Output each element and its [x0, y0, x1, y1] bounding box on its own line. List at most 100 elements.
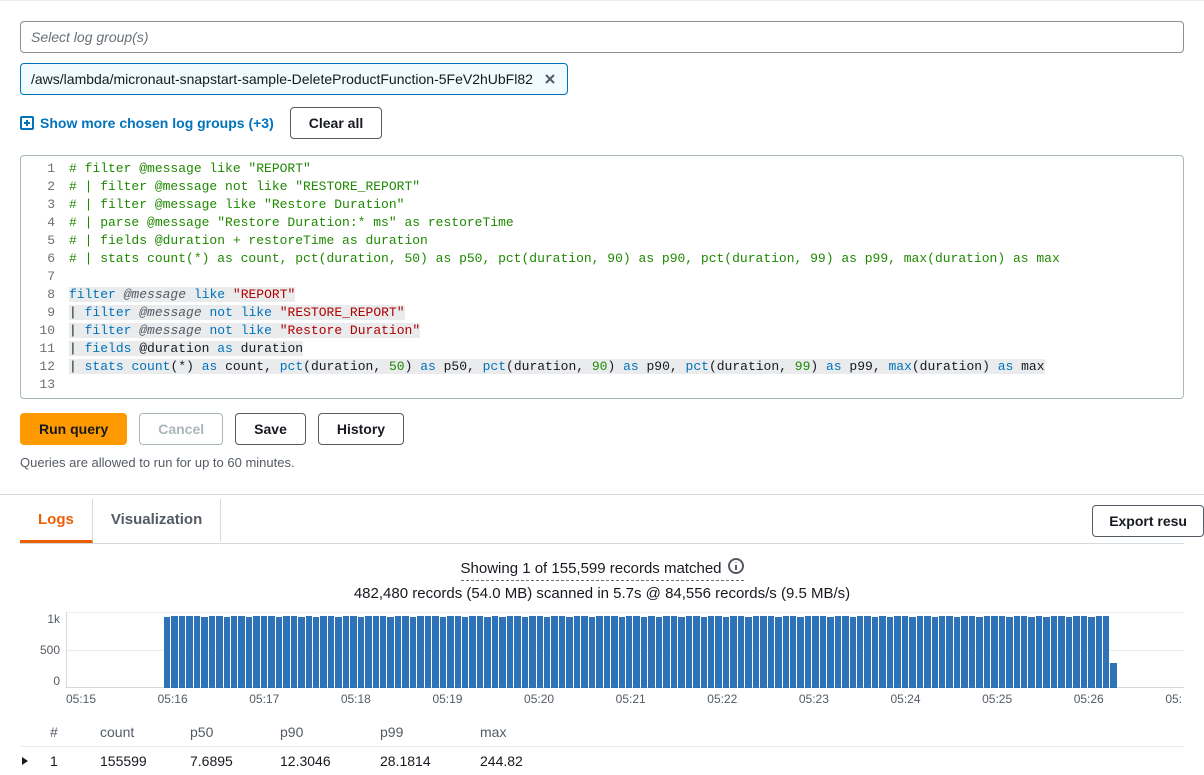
histogram-bar[interactable]	[544, 617, 550, 688]
histogram-bar[interactable]	[924, 616, 930, 688]
histogram-bar[interactable]	[984, 616, 990, 688]
histogram-bar[interactable]	[812, 616, 818, 688]
histogram-bar[interactable]	[902, 616, 908, 688]
histogram-bar[interactable]	[268, 616, 274, 688]
histogram-bar[interactable]	[894, 616, 900, 688]
table-row[interactable]: 1 155599 7.6895 12.3046 28.1814 244.82	[20, 747, 1184, 775]
histogram-bar[interactable]	[1051, 616, 1057, 688]
histogram-bar[interactable]	[783, 616, 789, 688]
histogram-bar[interactable]	[507, 616, 513, 688]
save-button[interactable]: Save	[235, 413, 306, 445]
histogram-bar[interactable]	[596, 616, 602, 688]
histogram-bar[interactable]	[1036, 616, 1042, 688]
histogram-bar[interactable]	[440, 617, 446, 688]
histogram-bar[interactable]	[879, 616, 885, 688]
histogram-bar[interactable]	[477, 616, 483, 688]
histogram-bar[interactable]	[1006, 617, 1012, 688]
histogram-bar[interactable]	[179, 616, 185, 688]
histogram-bar[interactable]	[1028, 617, 1034, 688]
histogram-bar[interactable]	[827, 617, 833, 688]
info-icon[interactable]	[728, 558, 744, 578]
histogram-bar[interactable]	[231, 616, 237, 688]
histogram-bar[interactable]	[201, 617, 207, 688]
histogram-bar[interactable]	[261, 616, 267, 688]
histogram-bar[interactable]	[186, 616, 192, 688]
histogram-bar[interactable]	[917, 616, 923, 688]
histogram-bar[interactable]	[693, 616, 699, 688]
histogram-bar[interactable]	[790, 616, 796, 688]
histogram-bar[interactable]	[499, 617, 505, 688]
histogram-bar[interactable]	[365, 616, 371, 688]
histogram-bar[interactable]	[298, 617, 304, 688]
histogram-bar[interactable]	[559, 616, 565, 688]
histogram-bar[interactable]	[797, 617, 803, 688]
histogram-bar[interactable]	[1110, 663, 1116, 688]
histogram-bar[interactable]	[216, 616, 222, 688]
histogram-bar[interactable]	[768, 616, 774, 688]
histogram-bar[interactable]	[805, 616, 811, 688]
histogram-bar[interactable]	[1066, 617, 1072, 688]
histogram-bar[interactable]	[425, 616, 431, 688]
show-more-log-groups[interactable]: Show more chosen log groups (+3)	[20, 115, 274, 131]
histogram-bar[interactable]	[715, 616, 721, 688]
histogram-bar[interactable]	[969, 616, 975, 688]
histogram-bar[interactable]	[641, 617, 647, 688]
histogram-bar[interactable]	[387, 617, 393, 688]
histogram-bar[interactable]	[678, 617, 684, 688]
histogram-bar[interactable]	[484, 617, 490, 688]
histogram-bar[interactable]	[1096, 616, 1102, 688]
tab-visualization[interactable]: Visualization	[93, 499, 221, 543]
histogram-bar[interactable]	[1058, 616, 1064, 688]
histogram-bar[interactable]	[432, 616, 438, 688]
histogram-bar[interactable]	[999, 616, 1005, 688]
run-query-button[interactable]: Run query	[20, 413, 127, 445]
clear-all-button[interactable]: Clear all	[290, 107, 382, 139]
histogram-bar[interactable]	[857, 616, 863, 688]
histogram-bar[interactable]	[581, 616, 587, 688]
histogram-bar[interactable]	[946, 616, 952, 688]
histogram-bar[interactable]	[760, 616, 766, 688]
histogram-bar[interactable]	[686, 616, 692, 688]
histogram-bar[interactable]	[619, 617, 625, 688]
histogram-bar[interactable]	[991, 616, 997, 688]
histogram-bar[interactable]	[1073, 616, 1079, 688]
histogram-bar[interactable]	[1081, 616, 1087, 688]
histogram-bar[interactable]	[939, 616, 945, 688]
histogram-bar[interactable]	[932, 617, 938, 688]
histogram-bar[interactable]	[469, 616, 475, 688]
histogram-bar[interactable]	[410, 617, 416, 688]
histogram-bar[interactable]	[283, 616, 289, 688]
histogram-bar[interactable]	[604, 616, 610, 688]
export-results-button[interactable]: Export resu	[1092, 505, 1204, 537]
histogram-bar[interactable]	[291, 616, 297, 688]
expand-row-icon[interactable]	[20, 753, 50, 769]
histogram-bar[interactable]	[171, 616, 177, 688]
histogram-bar[interactable]	[1088, 617, 1094, 688]
histogram-bar[interactable]	[574, 616, 580, 688]
histogram-bar[interactable]	[395, 616, 401, 688]
histogram-bar[interactable]	[864, 616, 870, 688]
histogram-bar[interactable]	[835, 616, 841, 688]
histogram-bar[interactable]	[447, 616, 453, 688]
histogram-bar[interactable]	[611, 616, 617, 688]
histogram-bar[interactable]	[648, 616, 654, 688]
histogram-bar[interactable]	[224, 617, 230, 688]
histogram-bar[interactable]	[753, 616, 759, 688]
histogram-bar[interactable]	[253, 616, 259, 688]
histogram-bar[interactable]	[358, 617, 364, 688]
query-editor[interactable]: 1# filter @message like "REPORT"2# | fil…	[20, 155, 1184, 399]
histogram-bar[interactable]	[350, 616, 356, 688]
histogram-bar[interactable]	[656, 617, 662, 688]
histogram-bar[interactable]	[820, 616, 826, 688]
histogram-bar[interactable]	[872, 617, 878, 688]
histogram-bar[interactable]	[671, 616, 677, 688]
histogram-bar[interactable]	[976, 617, 982, 688]
histogram-bar[interactable]	[745, 617, 751, 688]
histogram-bar[interactable]	[1043, 617, 1049, 688]
histogram-bar[interactable]	[455, 616, 461, 688]
histogram-bar[interactable]	[954, 617, 960, 688]
histogram-bar[interactable]	[1103, 616, 1109, 688]
histogram-bar[interactable]	[537, 616, 543, 688]
histogram-bar[interactable]	[492, 616, 498, 688]
histogram-bar[interactable]	[276, 617, 282, 688]
